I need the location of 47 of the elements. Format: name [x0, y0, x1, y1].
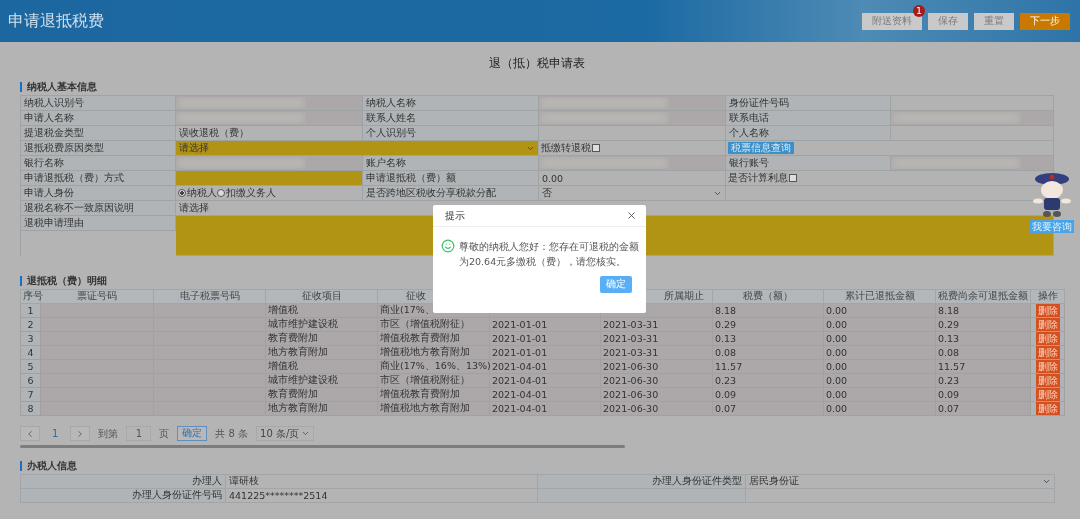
column-header: 操作 [1030, 289, 1065, 304]
field-label: 个人名称 [726, 126, 891, 141]
field-label: 联系电话 [726, 111, 891, 126]
form-title: 退（抵）税申请表 [488, 55, 586, 72]
field-label: 账户名称 [363, 156, 539, 171]
column-header: 电子税票号码 [153, 289, 266, 304]
field-label: 办理人 [21, 475, 226, 489]
field-label: 银行账号 [726, 156, 891, 171]
column-header: 票证号码 [40, 289, 154, 304]
field-label: 纳税人名称 [363, 96, 539, 111]
checkbox-label: 是否计算利息 [728, 171, 788, 185]
field-label: 申请人身份 [21, 186, 176, 201]
field-label: 办理人身份证件类型 [538, 475, 746, 489]
field-label: 退抵税费原因类型 [21, 141, 176, 156]
column-header: 税费尚余可退抵金额 [935, 289, 1031, 304]
field-label: 申请退抵税（费）额 [363, 171, 539, 186]
field-label: 个人识别号 [363, 126, 539, 141]
field-label: 退税名称不一致原因说明 [21, 201, 176, 216]
page-title: 申请退抵税费 [8, 10, 105, 32]
dialog-message: 尊敬的纳税人您好：您存在可退税的金额为20.64元多缴税（费），请您核实。 [459, 240, 640, 269]
field-label: 是否跨地区税收分享税款分配 [363, 186, 539, 201]
column-header: 税费（额） [712, 289, 824, 304]
field-value: 441225********2514 [226, 489, 538, 503]
column-header: 序号 [20, 289, 41, 304]
goto-label: 到第 [98, 426, 119, 441]
field-value: 误收退税（费） [176, 126, 363, 141]
radio-label: 扣缴义务人 [226, 186, 276, 200]
field-label: 纳税人识别号 [21, 96, 176, 111]
total-count: 共 8 条 [215, 426, 249, 441]
field-label: 身份证件号码 [726, 96, 891, 111]
field-label: 联系人姓名 [363, 111, 539, 126]
column-header: 征收项目 [265, 289, 378, 304]
count-badge: 1 [913, 4, 925, 17]
field-value: 0.00 [539, 171, 726, 186]
field-value: 谭研枝 [226, 475, 538, 489]
field-label: 银行名称 [21, 156, 176, 171]
page-unit: 页 [159, 426, 170, 441]
field-label: 退税申请理由 [21, 216, 176, 231]
section-heading: 纳税人基本信息 [20, 82, 1054, 92]
field-label: 申请人名称 [21, 111, 176, 126]
field-label: 申请退抵税（费）方式 [21, 171, 176, 186]
field-label: 办理人身份证件号码 [21, 489, 226, 503]
column-header: 累计已退抵金额 [823, 289, 936, 304]
radio-label: 纳税人 [187, 186, 217, 200]
field-label: 提退税金类型 [21, 126, 176, 141]
checkbox-label: 抵缴转退税 [541, 141, 591, 155]
section-heading: 办税人信息 [20, 461, 1054, 471]
